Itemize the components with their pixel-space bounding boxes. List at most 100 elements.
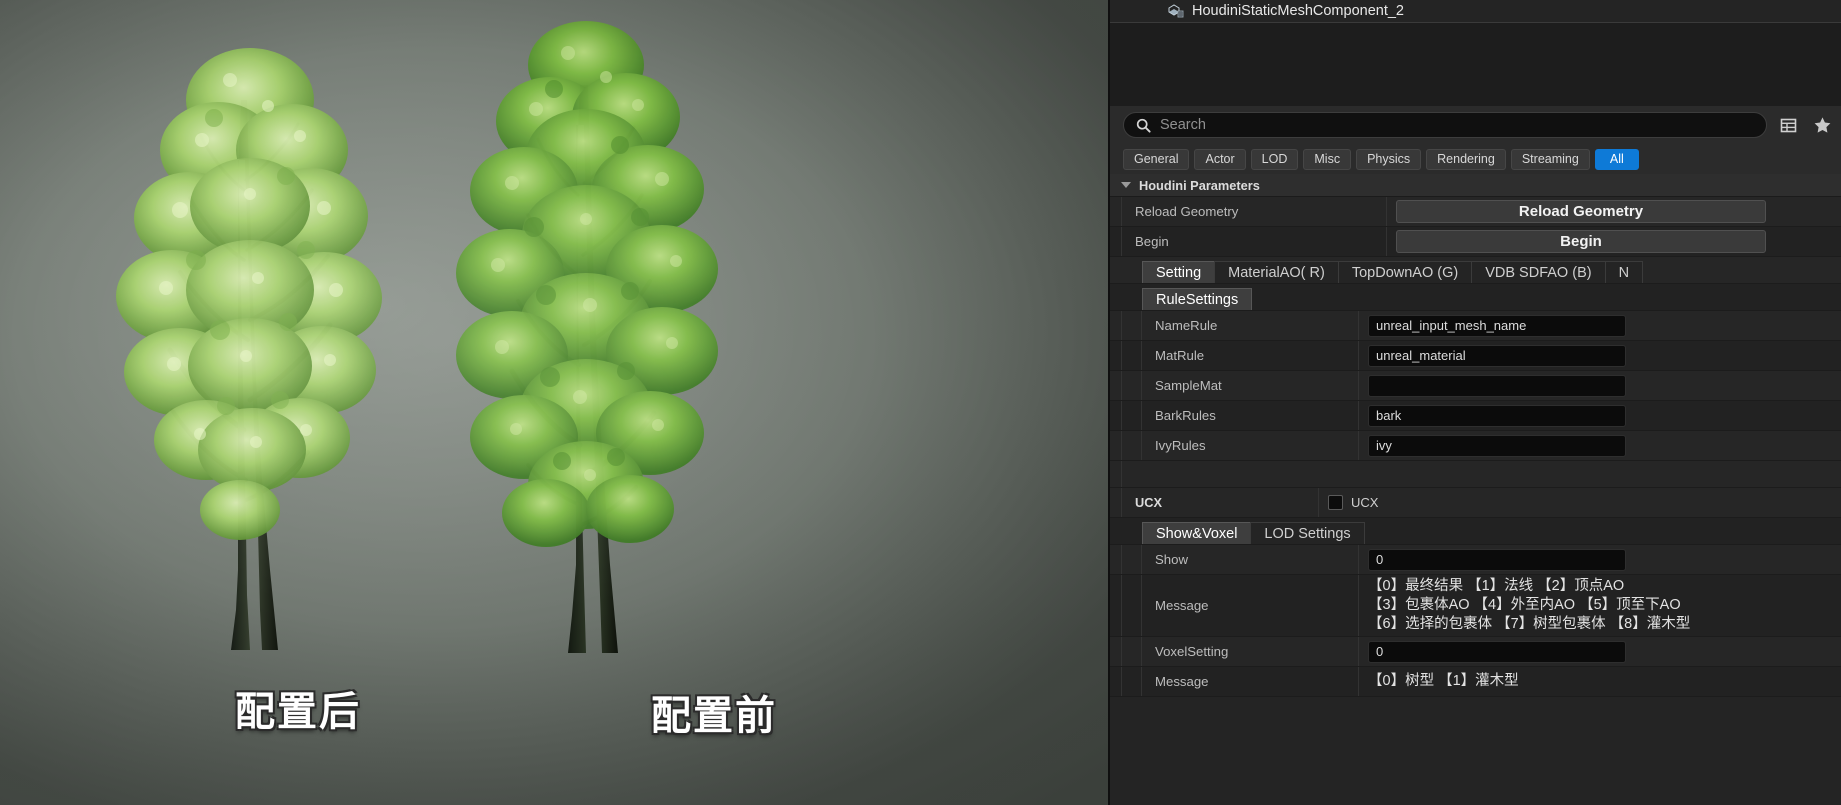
row-label-ucx: UCX xyxy=(1122,488,1319,517)
row-indent xyxy=(1122,545,1142,574)
tab-vdb-sdf-ao[interactable]: VDB SDFAO (B) xyxy=(1471,261,1606,283)
row-label-show: Show xyxy=(1142,545,1359,574)
row-indent xyxy=(1122,575,1142,636)
namerule-input[interactable]: unreal_input_mesh_name xyxy=(1368,314,1626,337)
row-value-voxelsetting: 0 xyxy=(1359,637,1841,666)
row-indent xyxy=(1110,431,1122,460)
row-label-voxelsetting: VoxelSetting xyxy=(1142,637,1359,666)
reload-geometry-button[interactable]: Reload Geometry xyxy=(1396,200,1766,223)
row-label-show-message: Message xyxy=(1142,575,1359,636)
row-value-show: 0 xyxy=(1359,545,1841,574)
search-icon xyxy=(1136,118,1151,133)
row-indent xyxy=(1110,401,1122,430)
tree-model-before[interactable] xyxy=(450,5,780,665)
row-indent xyxy=(1110,461,1122,487)
row-indent xyxy=(1122,637,1142,666)
tab-setting[interactable]: Setting xyxy=(1142,261,1216,283)
row-barkrules: BarkRules bark xyxy=(1110,401,1841,431)
filter-tab-rendering[interactable]: Rendering xyxy=(1426,148,1506,170)
row-indent xyxy=(1122,311,1142,340)
begin-button[interactable]: Begin xyxy=(1396,230,1766,253)
row-value-namerule: unreal_input_mesh_name xyxy=(1359,311,1841,340)
tree-model-after[interactable] xyxy=(110,10,450,660)
unreal-editor-window: 配置后 配置前 HoudiniStaticMeshComponent_2 Sea… xyxy=(0,0,1841,805)
row-main-tabs: Setting MaterialAO( R) TopDownAO (G) VDB… xyxy=(1110,257,1841,284)
viewport-label-before: 配置前 xyxy=(651,694,777,738)
tab-material-ao[interactable]: MaterialAO( R) xyxy=(1214,261,1339,283)
row-show-message: Message 【0】最终结果 【1】法线 【2】顶点AO 【3】包裹体AO 【… xyxy=(1110,575,1841,637)
row-indent xyxy=(1110,667,1122,696)
filter-tab-actor[interactable]: Actor xyxy=(1194,148,1246,170)
search-input[interactable]: Search xyxy=(1123,112,1767,138)
static-mesh-component-icon xyxy=(1168,2,1184,18)
row-indent xyxy=(1110,575,1122,636)
row-begin: Begin Begin xyxy=(1110,227,1841,257)
filter-tab-misc[interactable]: Misc xyxy=(1303,148,1352,170)
level-viewport[interactable]: 配置后 配置前 xyxy=(0,0,1108,805)
details-panel: HoudiniStaticMeshComponent_2 Search Gene… xyxy=(1108,0,1841,805)
tab-rulesettings[interactable]: RuleSettings xyxy=(1142,288,1253,310)
category-filter-tabs: General Actor LOD Misc Physics Rendering… xyxy=(1110,144,1841,174)
row-value-voxel-message: 【0】树型 【1】灌木型 xyxy=(1359,667,1841,696)
row-ivyrules: IvyRules ivy xyxy=(1110,431,1841,461)
outliner-empty-area xyxy=(1110,22,1841,106)
show-message-text: 【0】最终结果 【1】法线 【2】顶点AO 【3】包裹体AO 【4】外至内AO … xyxy=(1368,577,1690,635)
row-label-namerule: NameRule xyxy=(1142,311,1359,340)
row-indent xyxy=(1122,371,1142,400)
show-input[interactable]: 0 xyxy=(1368,548,1626,571)
row-value-reload-geometry: Reload Geometry xyxy=(1387,197,1841,226)
houdini-parameters-section-header[interactable]: Houdini Parameters xyxy=(1110,174,1841,197)
tab-show-voxel[interactable]: Show&Voxel xyxy=(1142,522,1252,544)
row-samplemat: SampleMat xyxy=(1110,371,1841,401)
row-indent xyxy=(1122,667,1142,696)
row-indent xyxy=(1110,341,1122,370)
section-title: Houdini Parameters xyxy=(1139,177,1260,193)
filter-tab-physics[interactable]: Physics xyxy=(1356,148,1422,170)
row-indent xyxy=(1110,488,1122,517)
barkrules-input[interactable]: bark xyxy=(1368,404,1626,427)
ucx-checkbox-group[interactable]: UCX xyxy=(1328,495,1378,510)
row-label-matrule: MatRule xyxy=(1142,341,1359,370)
voxel-message-text: 【0】树型 【1】灌木型 xyxy=(1368,672,1519,689)
grid-view-icon[interactable] xyxy=(1775,112,1801,138)
tab-n[interactable]: N xyxy=(1604,261,1644,283)
search-placeholder: Search xyxy=(1160,117,1206,133)
samplemat-input[interactable] xyxy=(1368,374,1626,397)
ucx-checkbox[interactable] xyxy=(1328,495,1343,510)
row-rulesettings-tab: RuleSettings xyxy=(1110,284,1841,311)
row-namerule: NameRule unreal_input_mesh_name xyxy=(1110,311,1841,341)
show-message-line-3: 【6】选择的包裹体 【7】树型包裹体 【8】灌木型 xyxy=(1368,616,1691,633)
triangle-down-icon[interactable] xyxy=(1121,182,1131,188)
show-message-line-2: 【3】包裹体AO 【4】外至内AO 【5】顶至下AO xyxy=(1368,596,1681,613)
main-tabstrip: Setting MaterialAO( R) TopDownAO (G) VDB… xyxy=(1142,257,1644,283)
row-value-ivyrules: ivy xyxy=(1359,431,1841,460)
filter-tab-all[interactable]: All xyxy=(1594,148,1639,170)
row-label-barkrules: BarkRules xyxy=(1142,401,1359,430)
tab-topdown-ao[interactable]: TopDownAO (G) xyxy=(1337,261,1473,283)
voxelsetting-input[interactable]: 0 xyxy=(1368,640,1626,663)
filter-tab-lod[interactable]: LOD xyxy=(1250,148,1299,170)
row-indent xyxy=(1110,371,1122,400)
tab-lod-settings[interactable]: LOD Settings xyxy=(1250,522,1365,544)
row-ucx: UCX UCX xyxy=(1110,488,1841,518)
matrule-input[interactable]: unreal_material xyxy=(1368,344,1626,367)
row-value-barkrules: bark xyxy=(1359,401,1841,430)
star-icon[interactable] xyxy=(1809,112,1835,138)
showvoxel-tabstrip: Show&Voxel LOD Settings xyxy=(1142,518,1365,544)
show-message-line-1: 【0】最终结果 【1】法线 【2】顶点AO xyxy=(1368,577,1625,594)
filter-tab-general[interactable]: General xyxy=(1123,148,1190,170)
row-value-matrule: unreal_material xyxy=(1359,341,1841,370)
row-value-begin: Begin xyxy=(1387,227,1841,256)
row-indent xyxy=(1122,341,1142,370)
row-value-samplemat xyxy=(1359,371,1841,400)
outliner-component-row[interactable]: HoudiniStaticMeshComponent_2 xyxy=(1110,0,1841,22)
row-indent xyxy=(1110,311,1122,340)
filter-tab-streaming[interactable]: Streaming xyxy=(1510,148,1590,170)
row-label-begin: Begin xyxy=(1122,227,1387,256)
details-search-row: Search xyxy=(1110,106,1841,144)
row-showvoxel-tabs: Show&Voxel LOD Settings xyxy=(1110,518,1841,545)
ivyrules-input[interactable]: ivy xyxy=(1368,434,1626,457)
row-label-samplemat: SampleMat xyxy=(1142,371,1359,400)
row-value-ucx: UCX xyxy=(1319,488,1841,517)
row-reload-geometry: Reload Geometry Reload Geometry xyxy=(1110,197,1841,227)
